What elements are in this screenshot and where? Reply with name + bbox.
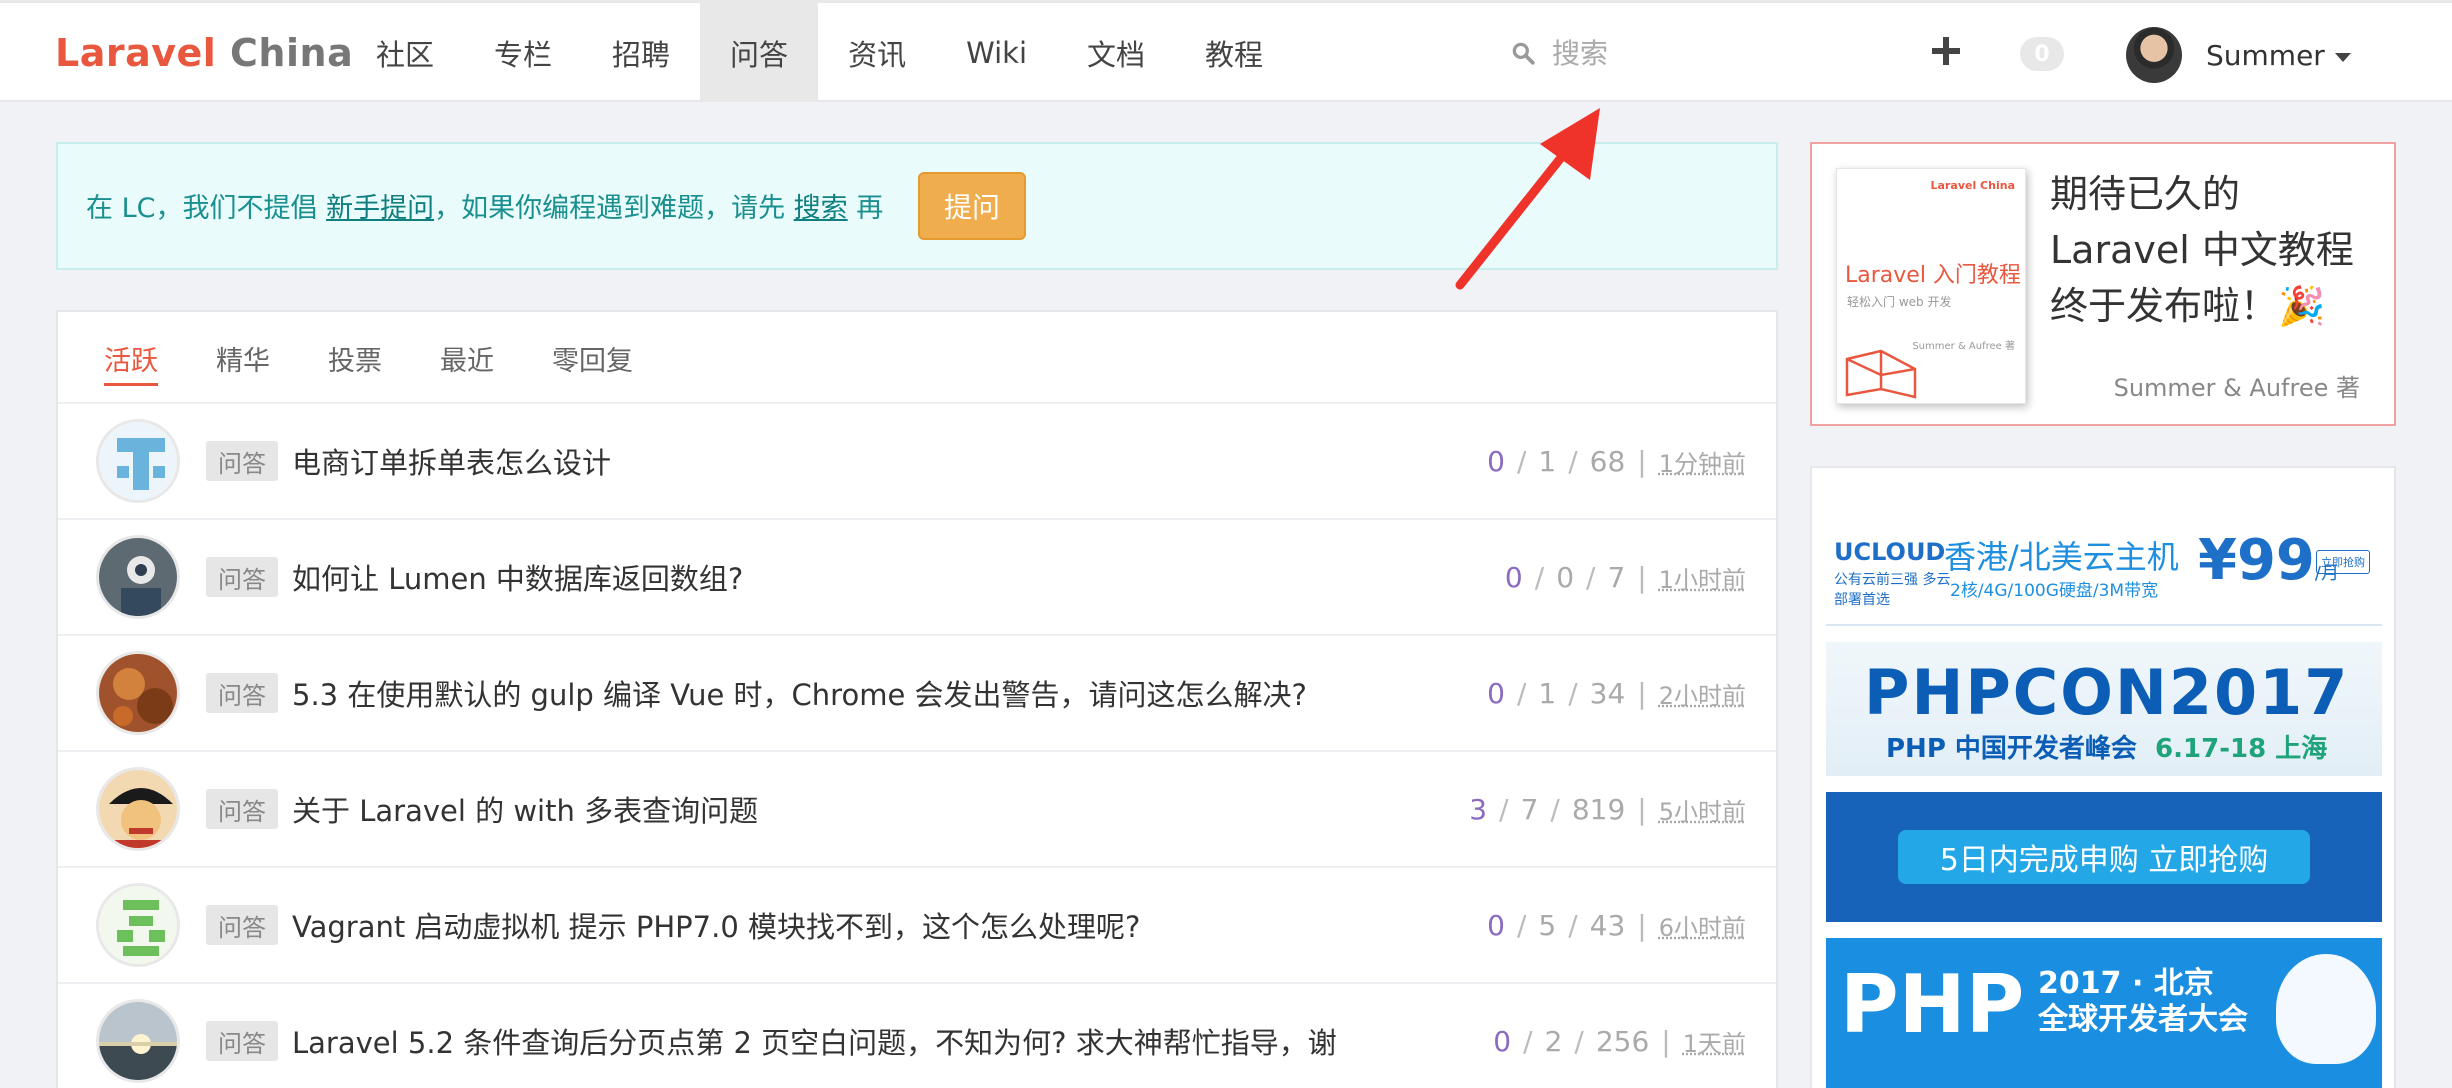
- username: Summer: [2206, 39, 2325, 72]
- avatar[interactable]: [96, 419, 180, 503]
- main-nav: 社区 专栏 招聘 问答 资讯 Wiki 文档 教程: [346, 3, 1293, 102]
- avatar[interactable]: [96, 535, 180, 619]
- topic-stats: 0/ 5/ 43 | 6小时前: [1487, 908, 1746, 943]
- topic-time[interactable]: 1天前: [1683, 1024, 1746, 1059]
- search-icon: [1510, 40, 1536, 66]
- nav-item-tutorials[interactable]: 教程: [1175, 3, 1293, 102]
- plus-icon[interactable]: [1928, 33, 1964, 69]
- top-navbar: Laravel China 社区 专栏 招聘 问答 资讯 Wiki 文档 教程 …: [0, 0, 2452, 102]
- category-tag[interactable]: 问答: [206, 441, 278, 481]
- notice-text: 在 LC，我们不提倡 新手提问，如果你编程遇到难题，请先 搜索 再: [86, 186, 883, 225]
- nav-item-wiki[interactable]: Wiki: [936, 3, 1057, 102]
- topic-title[interactable]: 关于 Laravel 的 with 多表查询问题: [292, 788, 758, 830]
- topic-title[interactable]: Laravel 5.2 条件查询后分页点第 2 页空白问题，不知为何? 求大神帮…: [292, 1020, 1337, 1062]
- nav-item-columns[interactable]: 专栏: [464, 3, 582, 102]
- promo-headline[interactable]: 期待已久的 Laravel 中文教程 终于发布啦！🎉: [2050, 166, 2354, 334]
- elephant-icon: [2276, 954, 2376, 1064]
- nav-item-community[interactable]: 社区: [346, 3, 464, 102]
- nav-item-qa[interactable]: 问答: [700, 3, 818, 102]
- nav-item-jobs[interactable]: 招聘: [582, 3, 700, 102]
- avatar[interactable]: [96, 651, 180, 735]
- topic-time[interactable]: 1小时前: [1659, 560, 1746, 595]
- category-tag[interactable]: 问答: [206, 673, 278, 713]
- user-menu[interactable]: Summer: [2126, 25, 2351, 85]
- topic-filter-tabs: 活跃 精华 投票 最近 零回复: [58, 312, 1776, 404]
- ucloud-buy-button[interactable]: 立即抢购: [2316, 550, 2370, 574]
- tab-vote[interactable]: 投票: [328, 312, 382, 404]
- avatar[interactable]: [96, 883, 180, 967]
- tutorial-promo-card[interactable]: Laravel China Laravel 入门教程 轻松入门 web 开发 S…: [1810, 142, 2396, 426]
- site-logo[interactable]: Laravel China: [55, 31, 353, 75]
- newbie-question-link[interactable]: 新手提问: [326, 193, 434, 224]
- ask-question-button[interactable]: 提问: [918, 172, 1026, 240]
- topic-time[interactable]: 2小时前: [1659, 676, 1746, 711]
- topic-row[interactable]: 问答 关于 Laravel 的 with 多表查询问题 3/ 7/ 819 | 5…: [58, 752, 1776, 868]
- topic-stats: 0/ 0/ 7 | 1小时前: [1505, 560, 1746, 595]
- topic-list-panel: 活跃 精华 投票 最近 零回复 问答 电商订单拆单表怎么设计 0/ 1/ 68 |…: [56, 310, 1778, 1088]
- category-tag[interactable]: 问答: [206, 557, 278, 597]
- topic-time[interactable]: 6小时前: [1659, 908, 1746, 943]
- sidebar-ads: UCLOUD 公有云前三强 多云部署首选 香港/北美云主机 2核/4G/100G…: [1810, 466, 2396, 1088]
- topic-title[interactable]: 电商订单拆单表怎么设计: [292, 440, 611, 482]
- topic-row[interactable]: 问答 Vagrant 启动虚拟机 提示 PHP7.0 模块找不到，这个怎么处理呢…: [58, 868, 1776, 984]
- promo-author: Summer & Aufree 著: [2114, 368, 2360, 403]
- topic-stats: 3/ 7/ 819 | 5小时前: [1469, 792, 1746, 827]
- purchase-ad[interactable]: 5日内完成申购 立即抢购: [1826, 792, 2382, 922]
- category-tag[interactable]: 问答: [206, 1021, 278, 1061]
- avatar[interactable]: [96, 767, 180, 851]
- book-cover[interactable]: Laravel China Laravel 入门教程 轻松入门 web 开发 S…: [1836, 168, 2026, 404]
- tab-active[interactable]: 活跃: [104, 312, 158, 404]
- topic-title[interactable]: Vagrant 启动虚拟机 提示 PHP7.0 模块找不到，这个怎么处理呢?: [292, 904, 1140, 946]
- search-input[interactable]: [1552, 37, 1772, 70]
- topic-stats: 0/ 1/ 34 | 2小时前: [1487, 676, 1746, 711]
- topic-row[interactable]: 问答 如何让 Lumen 中数据库返回数组? 0/ 0/ 7 | 1小时前: [58, 520, 1776, 636]
- category-tag[interactable]: 问答: [206, 905, 278, 945]
- laravel-logo-icon: [1841, 349, 1951, 403]
- topic-stats: 0/ 1/ 68 | 1分钟前: [1487, 444, 1746, 479]
- tab-no-reply[interactable]: 零回复: [552, 312, 633, 404]
- search-link[interactable]: 搜索: [794, 193, 848, 224]
- notification-badge[interactable]: 0: [2020, 37, 2064, 71]
- purchase-button[interactable]: 5日内完成申购 立即抢购: [1898, 830, 2310, 884]
- topic-stats: 0/ 2/ 256 | 1天前: [1493, 1024, 1746, 1059]
- avatar: [2126, 27, 2182, 83]
- red-arrow-annotation: [1440, 100, 1610, 300]
- ucloud-ad[interactable]: UCLOUD 公有云前三强 多云部署首选 香港/北美云主机 2核/4G/100G…: [1826, 482, 2382, 626]
- search-box: [1510, 25, 1790, 81]
- nav-item-news[interactable]: 资讯: [818, 3, 936, 102]
- topic-title[interactable]: 5.3 在使用默认的 gulp 编译 Vue 时，Chrome 会发出警告，请问…: [292, 672, 1307, 714]
- topic-time[interactable]: 1分钟前: [1659, 444, 1746, 479]
- caret-down-icon: [2335, 53, 2351, 62]
- topic-title[interactable]: 如何让 Lumen 中数据库返回数组?: [292, 556, 743, 598]
- topic-row[interactable]: 问答 电商订单拆单表怎么设计 0/ 1/ 68 | 1分钟前: [58, 404, 1776, 520]
- topic-row[interactable]: 问答 5.3 在使用默认的 gulp 编译 Vue 时，Chrome 会发出警告…: [58, 636, 1776, 752]
- topic-time[interactable]: 5小时前: [1659, 792, 1746, 827]
- category-tag[interactable]: 问答: [206, 789, 278, 829]
- avatar[interactable]: [96, 999, 180, 1083]
- php-conference-ad[interactable]: PHP 2017 · 北京 全球开发者大会: [1826, 938, 2382, 1088]
- tab-recent[interactable]: 最近: [440, 312, 494, 404]
- topic-row[interactable]: 问答 Laravel 5.2 条件查询后分页点第 2 页空白问题，不知为何? 求…: [58, 984, 1776, 1088]
- nav-item-docs[interactable]: 文档: [1057, 3, 1175, 102]
- tab-featured[interactable]: 精华: [216, 312, 270, 404]
- phpcon-ad[interactable]: PHPCON2017 PHP 中国开发者峰会 6.17-18 上海: [1826, 642, 2382, 776]
